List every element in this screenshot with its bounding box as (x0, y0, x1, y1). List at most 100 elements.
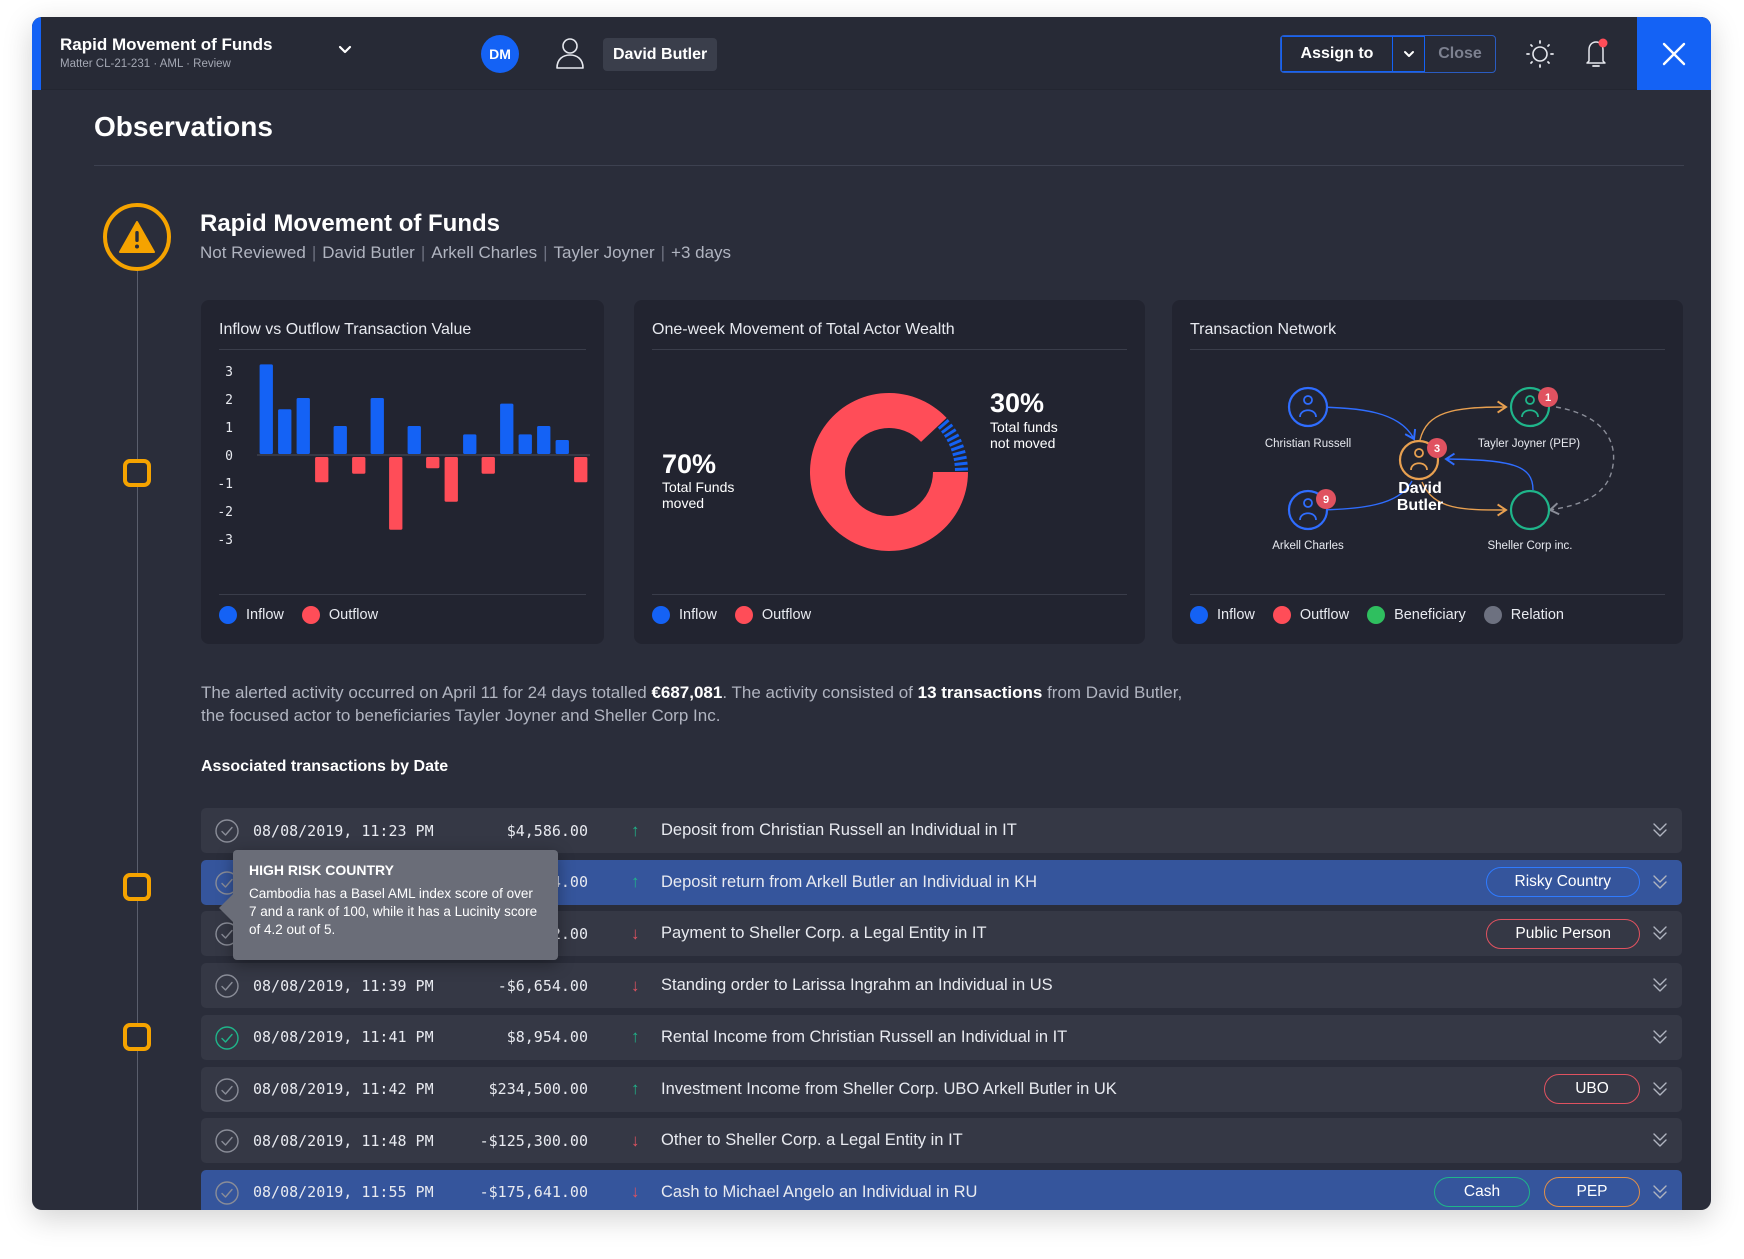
transaction-amount: -$175,641.00 (479, 1183, 588, 1202)
inflow-bar[interactable] (537, 426, 551, 454)
timeline-marker[interactable] (123, 1023, 151, 1051)
outflow-bar[interactable] (574, 457, 588, 483)
transaction-description: Rental Income from Christian Russell an … (661, 1027, 1068, 1046)
inflow-bar[interactable] (296, 398, 310, 454)
expand-chevrons-icon[interactable] (1650, 872, 1670, 892)
expand-chevrons-icon[interactable] (1650, 1079, 1670, 1099)
transaction-row[interactable]: 08/08/2019, 11:42 PM $234,500.00 ↑ Investme… (201, 1066, 1682, 1112)
page-title: Observations (94, 111, 273, 142)
inflow-bar[interactable] (555, 440, 569, 454)
expand-chevrons-icon[interactable] (1650, 1130, 1670, 1150)
tag-badge[interactable]: Cash (1434, 1177, 1530, 1208)
donut-slice-not-moved-stripe (948, 438, 962, 447)
network-legend: Inflow Outflow Beneficiary Relation (1190, 606, 1564, 624)
y-tick-label: 3 (225, 365, 233, 380)
network-node-arkell-charles[interactable]: 9 Arkell Charles (1272, 489, 1344, 552)
transaction-amount: -$125,300.00 (479, 1131, 588, 1150)
expand-chevrons-icon[interactable] (1650, 923, 1670, 943)
actor-link[interactable]: Tayler Joyner (554, 243, 655, 263)
actor-link[interactable]: David Butler (322, 243, 415, 263)
moved-label: Total Funds (662, 479, 734, 495)
check-circle-icon[interactable] (215, 974, 239, 998)
tag-badge[interactable]: Public Person (1486, 918, 1640, 949)
network-node-sheller-corp[interactable]: Sheller Corp inc. (1487, 489, 1573, 552)
arrow-up-icon: ↑ (631, 872, 640, 892)
tag-badge[interactable]: Risky Country (1485, 867, 1640, 898)
case-window: Rapid Movement of Funds Matter CL-21-231… (32, 17, 1711, 1210)
arrow-up-icon: ↑ (631, 1027, 640, 1047)
sun-icon[interactable] (1525, 39, 1555, 69)
close-case-button[interactable]: Close (1425, 36, 1495, 72)
inflow-bar[interactable] (333, 426, 347, 454)
transaction-amount: -$6,654.00 (497, 976, 588, 995)
warning-icon (119, 221, 155, 253)
network-node-christian-russell[interactable]: Christian Russell (1265, 386, 1351, 450)
outflow-bar[interactable] (389, 457, 403, 530)
inflow-bar[interactable] (463, 434, 477, 454)
avatar[interactable]: DM (481, 35, 519, 73)
expand-chevrons-icon[interactable] (1650, 1027, 1670, 1047)
outflow-bar[interactable] (352, 457, 366, 474)
assign-to-button[interactable]: Assign to (1281, 36, 1393, 72)
moved-percent: 70% (662, 449, 716, 479)
expand-chevrons-icon[interactable] (1650, 975, 1670, 995)
inflow-bar[interactable] (518, 434, 532, 454)
network-node-tayler-joyner[interactable]: 1 Tayler Joyner (PEP) (1478, 386, 1580, 450)
y-tick-label: 0 (225, 449, 233, 464)
expand-chevrons-icon[interactable] (1650, 820, 1670, 840)
user-icon (556, 38, 584, 69)
transaction-row[interactable]: 08/08/2019, 11:55 PM -$175,641.00 ↓ Cash to… (201, 1169, 1682, 1210)
transaction-tags: Public Person (1486, 918, 1640, 949)
legend-label: Beneficiary (1394, 607, 1466, 623)
inflow-bar[interactable] (500, 403, 514, 454)
transaction-tags: Cash PEP (1434, 1177, 1640, 1208)
inflow-bar[interactable] (278, 409, 292, 454)
transaction-row[interactable]: 08/08/2019, 11:41 PM $8,954.00 ↑ Rental Inc… (201, 1014, 1682, 1060)
observation-meta: Not Reviewed | David Butler | Arkell Charl… (200, 243, 732, 263)
check-circle-checked-icon[interactable] (215, 1026, 239, 1050)
legend-label: Inflow (246, 607, 284, 623)
timeline-marker[interactable] (123, 873, 151, 901)
notification-bell-icon[interactable] (1582, 37, 1610, 69)
check-circle-icon[interactable] (215, 1129, 239, 1153)
legend-item-inflow: Inflow (219, 606, 284, 624)
summary-text: The alerted activity occurred on April 1… (201, 683, 652, 702)
outflow-bar[interactable] (444, 457, 458, 502)
timeline-marker[interactable] (123, 459, 151, 487)
transaction-row[interactable]: 08/08/2019, 11:23 PM $4,586.00 ↑ Deposit fr… (201, 808, 1682, 853)
network-node-david-butler[interactable]: 3 David Butler (1397, 438, 1447, 514)
inflow-bar[interactable] (370, 398, 384, 454)
risk-tooltip: HIGH RISK COUNTRY Cambodia has a Basel A… (219, 850, 558, 960)
legend-label: Outflow (1299, 607, 1350, 623)
assign-dropdown-button[interactable] (1393, 36, 1425, 72)
outflow-bar[interactable] (315, 457, 329, 483)
svg-text:DavidButler: David Butler (1397, 480, 1443, 514)
inflow-bar[interactable] (259, 364, 273, 454)
bar-chart: 3 2 1 0 -1 -2 -3 (217, 364, 590, 548)
check-circle-icon[interactable] (215, 819, 239, 843)
tag-badge[interactable]: UBO (1544, 1074, 1640, 1104)
expand-chevrons-icon[interactable] (1650, 1182, 1670, 1202)
inflow-bar[interactable] (407, 426, 421, 454)
outflow-bar[interactable] (481, 457, 495, 474)
summary-total-amount: €687,081 (651, 683, 723, 702)
legend-item-inflow: Inflow (652, 606, 717, 624)
summary-transaction-count: 13 transactions (917, 683, 1043, 702)
donut-slice-moved[interactable] (810, 393, 968, 551)
case-switcher-chevron-icon[interactable] (334, 39, 356, 61)
close-window-button[interactable] (1637, 17, 1711, 90)
transaction-tags: UBO (1544, 1074, 1640, 1104)
svg-text:Christian Russell: Christian Russell (1265, 438, 1351, 450)
check-circle-icon[interactable] (215, 1181, 239, 1205)
svg-text:Arkell Charles: Arkell Charles (1272, 540, 1344, 552)
transaction-row[interactable]: 08/08/2019, 11:48 PM -$125,300.00 ↓ Other t… (201, 1118, 1682, 1164)
tag-badge[interactable]: PEP (1544, 1177, 1640, 1208)
not-moved-label: not moved (990, 435, 1055, 451)
actor-link[interactable]: Arkell Charles (431, 243, 537, 263)
check-circle-icon[interactable] (215, 1077, 239, 1102)
outflow-bar[interactable] (426, 457, 440, 469)
donut-slice-not-moved-stripe (950, 444, 964, 452)
transaction-row[interactable]: 08/08/2019, 11:39 PM -$6,654.00 ↓ Standing … (201, 963, 1682, 1009)
edge-tayler-sheller-relation (1548, 406, 1615, 516)
outflow-dot-icon (734, 606, 753, 624)
